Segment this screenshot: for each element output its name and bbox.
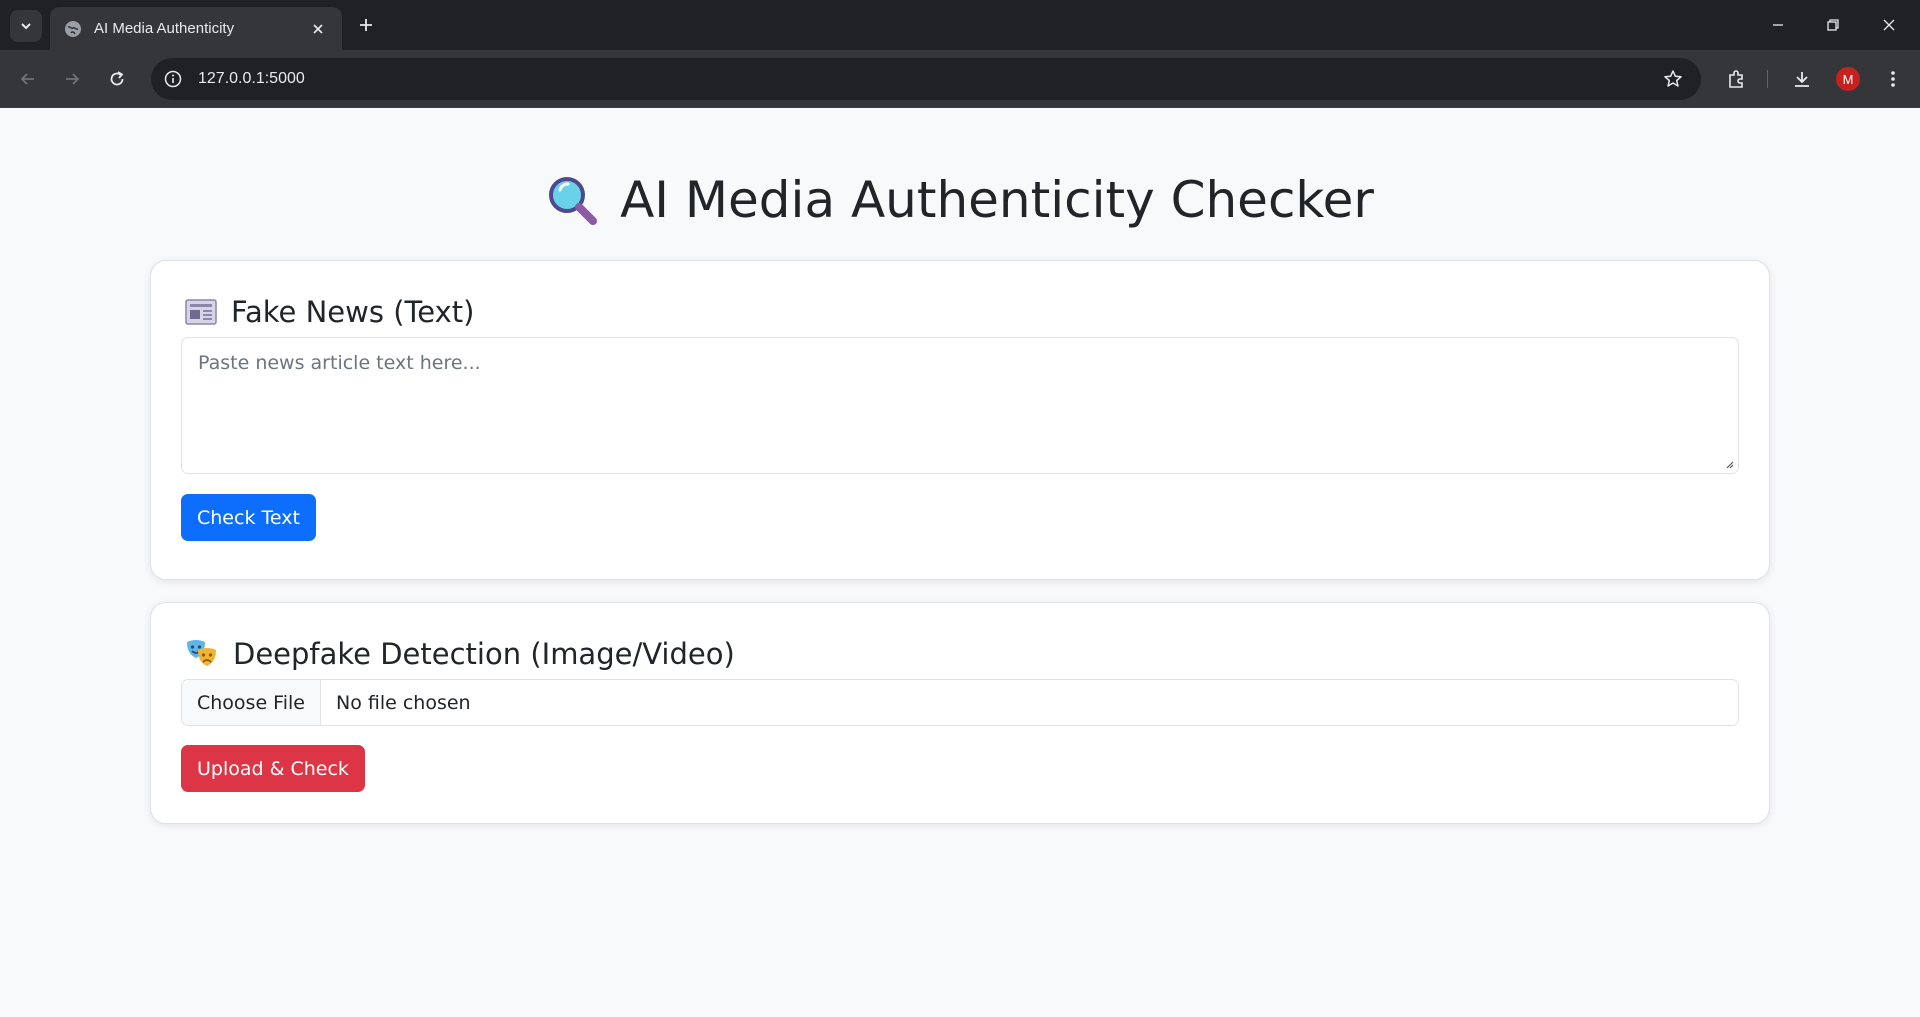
deepfake-heading: Deepfake Detection (Image/Video) <box>185 637 735 671</box>
tab-search-button[interactable] <box>10 10 42 42</box>
tab-title: AI Media Authenticity <box>94 20 235 37</box>
browser-tabstrip: AI Media Authenticity <box>0 0 1920 50</box>
chevron-down-icon <box>21 23 31 30</box>
minimize-icon <box>1773 24 1783 26</box>
check-text-button[interactable]: Check Text <box>181 494 316 541</box>
reload-button[interactable] <box>103 65 131 93</box>
deepfake-card: Deepfake Detection (Image/Video) Choose … <box>150 602 1770 824</box>
restore-icon <box>1827 19 1839 31</box>
puzzle-icon <box>1729 70 1743 88</box>
download-icon <box>1795 72 1809 87</box>
toolbar-separator <box>1767 70 1768 88</box>
page-title-text: AI Media Authenticity Checker <box>620 171 1374 229</box>
forward-button[interactable] <box>58 65 86 93</box>
restore-button[interactable] <box>1821 13 1845 37</box>
fake-news-card: Fake News (Text) Paste news article text… <box>150 260 1770 580</box>
fake-news-heading: Fake News (Text) <box>185 295 474 329</box>
globe-icon <box>64 20 82 38</box>
site-info-icon[interactable] <box>163 69 183 89</box>
media-file-input[interactable]: Choose File No file chosen <box>181 679 1739 726</box>
browser-tab[interactable]: AI Media Authenticity <box>50 7 342 50</box>
reload-icon <box>110 71 124 86</box>
more-vertical-icon <box>1891 71 1895 87</box>
arrow-left-icon <box>20 73 34 85</box>
tab-close-icon[interactable] <box>308 19 328 39</box>
menu-button[interactable] <box>1881 67 1905 91</box>
deepfake-heading-text: Deepfake Detection (Image/Video) <box>233 637 735 671</box>
file-status-text: No file chosen <box>335 691 471 714</box>
plus-icon <box>360 19 372 31</box>
address-bar[interactable]: 127.0.0.1:5000 <box>151 58 1701 100</box>
minimize-button[interactable] <box>1766 13 1790 37</box>
magnifier-icon <box>549 177 598 225</box>
close-window-button[interactable] <box>1877 13 1901 37</box>
upload-check-button[interactable]: Upload & Check <box>181 745 365 792</box>
fake-news-heading-text: Fake News (Text) <box>231 295 475 329</box>
choose-file-button[interactable]: Choose File <box>182 680 321 725</box>
resize-grip-icon[interactable] <box>1724 459 1734 469</box>
arrow-right-icon <box>66 73 80 85</box>
page-content: AI Media Authenticity Checker Fake News … <box>0 109 1920 1017</box>
new-tab-button[interactable] <box>354 13 378 37</box>
back-button[interactable] <box>14 65 42 93</box>
url-text[interactable]: 127.0.0.1:5000 <box>198 70 1661 88</box>
theater-masks-icon <box>187 640 216 666</box>
news-text-placeholder: Paste news article text here... <box>198 352 481 374</box>
bookmark-star-icon[interactable] <box>1661 67 1685 91</box>
news-text-input[interactable]: Paste news article text here... <box>181 337 1739 474</box>
close-icon <box>1883 19 1895 31</box>
downloads-button[interactable] <box>1790 67 1814 91</box>
profile-avatar[interactable]: M <box>1836 67 1860 91</box>
page-title: AI Media Authenticity Checker <box>0 171 1920 229</box>
extensions-button[interactable] <box>1724 67 1748 91</box>
browser-toolbar: 127.0.0.1:5000 M <box>0 50 1920 108</box>
newspaper-icon <box>185 299 217 325</box>
